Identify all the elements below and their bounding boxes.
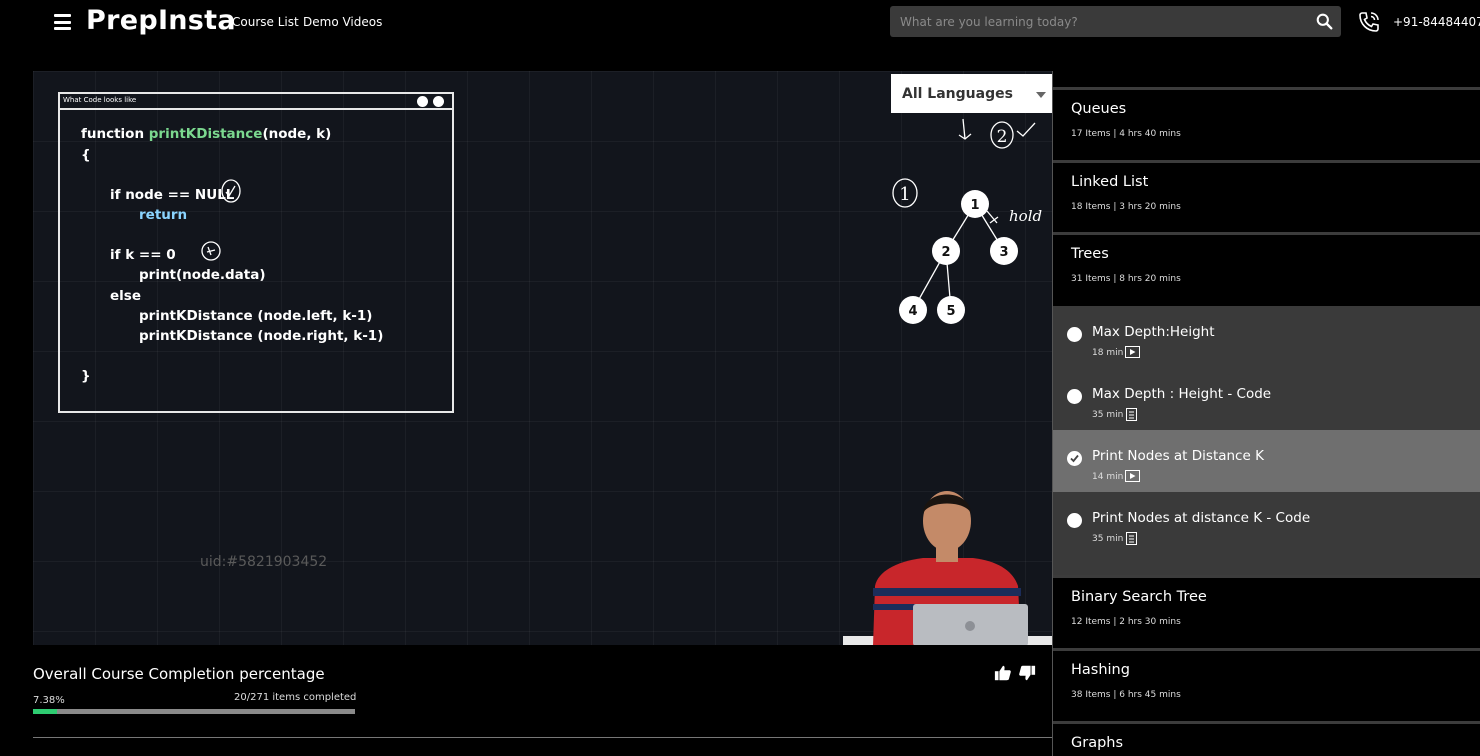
user-watermark: uid:#5821903452 bbox=[200, 554, 328, 570]
nav-demo-videos[interactable]: Demo Videos bbox=[303, 15, 382, 29]
section-meta: 31 Items | 8 hrs 20 mins bbox=[1071, 274, 1181, 284]
tree-node-5: 5 bbox=[946, 304, 955, 319]
thumbs-up-icon[interactable] bbox=[994, 664, 1012, 682]
code-line-6: print(node.data) bbox=[139, 267, 266, 283]
section-title: Linked List bbox=[1071, 174, 1149, 190]
handwritten-check-mark bbox=[221, 179, 241, 203]
handwritten-circle-mark bbox=[201, 241, 221, 261]
section-trees[interactable]: Trees 31 Items | 8 hrs 20 mins bbox=[1053, 232, 1480, 302]
section-title: Graphs bbox=[1071, 735, 1124, 751]
search-icon[interactable] bbox=[1316, 13, 1333, 30]
section-title: Trees bbox=[1071, 246, 1109, 262]
video-icon bbox=[1125, 470, 1140, 482]
items-completed: 20/271 items completed bbox=[234, 692, 357, 703]
tree-node-3: 3 bbox=[999, 245, 1008, 260]
document-icon bbox=[1126, 532, 1137, 545]
section-meta: 18 Items | 3 hrs 20 mins bbox=[1071, 202, 1181, 212]
lesson-title: Max Depth : Height - Code bbox=[1092, 386, 1272, 402]
window-dot bbox=[417, 96, 428, 107]
completion-progress-bar bbox=[33, 709, 355, 714]
section-hashing[interactable]: Hashing 38 Items | 6 hrs 45 mins bbox=[1053, 648, 1480, 718]
section-meta: 38 Items | 6 hrs 45 mins bbox=[1071, 690, 1181, 700]
section-meta: 17 Items | 4 hrs 40 mins bbox=[1071, 129, 1181, 139]
brand-logo[interactable]: PrepInsta bbox=[86, 5, 236, 36]
lesson-duration: 18 min bbox=[1092, 348, 1124, 358]
section-binary-search-tree[interactable]: Binary Search Tree 12 Items | 2 hrs 30 m… bbox=[1053, 575, 1480, 645]
lesson-status-radio[interactable] bbox=[1067, 513, 1082, 528]
section-linked-list[interactable]: Linked List 18 Items | 3 hrs 20 mins bbox=[1053, 160, 1480, 230]
tree-node-1: 1 bbox=[970, 198, 979, 213]
lesson-title: Print Nodes at distance K - Code bbox=[1092, 510, 1311, 526]
code-line-7: else bbox=[110, 288, 141, 304]
menu-icon[interactable] bbox=[54, 14, 71, 30]
lesson-status-radio[interactable] bbox=[1067, 327, 1082, 342]
video-icon bbox=[1125, 346, 1140, 358]
completion-percent: 7.38% bbox=[33, 695, 65, 706]
course-sidebar: Queues 17 Items | 4 hrs 40 mins Linked L… bbox=[1052, 71, 1480, 756]
top-header: PrepInsta Course List Demo Videos +91-84… bbox=[0, 0, 1480, 50]
divider bbox=[33, 737, 1052, 738]
annotation-hold: hold bbox=[1009, 207, 1042, 225]
code-line-2: { bbox=[81, 147, 91, 163]
window-dot bbox=[433, 96, 444, 107]
thumbs-down-icon[interactable] bbox=[1018, 664, 1036, 682]
code-line-4: return bbox=[139, 207, 188, 223]
section-title: Queues bbox=[1071, 101, 1127, 117]
language-select[interactable]: All Languages bbox=[891, 74, 1052, 113]
lesson-item-active[interactable]: Print Nodes at Distance K 14 min bbox=[1053, 430, 1480, 492]
tree-diagram: 1 2 3 4 5 1 2 hold bbox=[892, 118, 1042, 324]
section-queues[interactable]: Queues 17 Items | 4 hrs 40 mins bbox=[1053, 87, 1480, 157]
section-meta: 12 Items | 2 hrs 30 mins bbox=[1071, 617, 1181, 627]
code-window-title: What Code looks like bbox=[63, 96, 137, 104]
language-select-value: All Languages bbox=[902, 86, 1013, 102]
code-window-titlebar: What Code looks like bbox=[60, 94, 452, 110]
section-title: Hashing bbox=[1071, 662, 1130, 678]
tree-node-4: 4 bbox=[908, 304, 917, 319]
phone-icon bbox=[1359, 12, 1379, 32]
code-line-5: if k == 0 bbox=[110, 247, 176, 263]
presenter-video bbox=[843, 491, 1052, 645]
phone-number[interactable]: +91-8448440710 bbox=[1393, 15, 1480, 29]
document-icon bbox=[1126, 408, 1137, 421]
lesson-item[interactable]: Print Nodes at distance K - Code 35 min bbox=[1053, 492, 1480, 554]
chevron-down-icon bbox=[1036, 92, 1046, 98]
lesson-status-radio[interactable] bbox=[1067, 389, 1082, 404]
section-title: Binary Search Tree bbox=[1071, 589, 1207, 605]
code-window: What Code looks like function printKDist… bbox=[58, 92, 454, 413]
search-bar bbox=[890, 6, 1341, 37]
search-input[interactable] bbox=[900, 6, 1300, 37]
trees-lessons-list: Max Depth:Height 18 min Max Depth : Heig… bbox=[1053, 306, 1480, 578]
tree-node-2: 2 bbox=[941, 245, 950, 260]
lesson-duration: 35 min bbox=[1092, 410, 1124, 420]
code-line-10: } bbox=[81, 368, 91, 384]
annotation-two: 2 bbox=[997, 127, 1008, 147]
lesson-item[interactable]: Max Depth:Height 18 min bbox=[1053, 306, 1480, 368]
code-line-3: if node == NULL bbox=[110, 187, 235, 203]
lesson-duration: 14 min bbox=[1092, 472, 1124, 482]
code-line-8: printKDistance (node.left, k-1) bbox=[139, 308, 373, 324]
lesson-item[interactable]: Max Depth : Height - Code 35 min bbox=[1053, 368, 1480, 430]
course-completion-title: Overall Course Completion percentage bbox=[33, 665, 325, 683]
code-line-9: printKDistance (node.right, k-1) bbox=[139, 328, 384, 344]
lesson-title: Print Nodes at Distance K bbox=[1092, 448, 1264, 464]
lesson-duration: 35 min bbox=[1092, 534, 1124, 544]
lesson-title: Max Depth:Height bbox=[1092, 324, 1215, 340]
annotation-one: 1 bbox=[899, 184, 910, 205]
code-line-1: function printKDistance(node, k) bbox=[81, 126, 332, 142]
completion-progress-fill bbox=[33, 709, 57, 714]
nav-course-list[interactable]: Course List bbox=[232, 15, 299, 29]
section-graphs[interactable]: Graphs bbox=[1053, 721, 1480, 756]
video-player[interactable]: What Code looks like function printKDist… bbox=[33, 71, 1052, 645]
lesson-complete-check-icon[interactable] bbox=[1067, 451, 1082, 466]
